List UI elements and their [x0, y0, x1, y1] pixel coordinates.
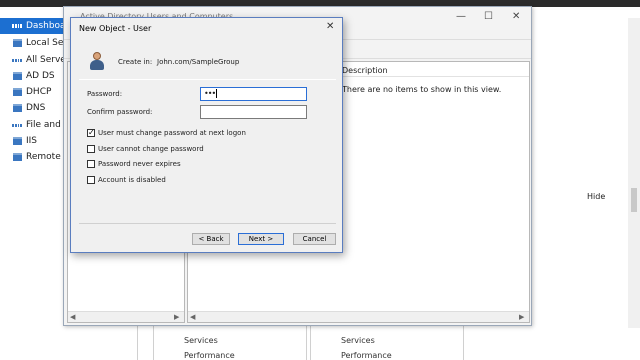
new-object-user-dialog: New Object - User ✕ Create in: John.com/…	[70, 17, 343, 253]
sidebar-item-label: IIS	[26, 136, 38, 146]
dashboard-tiles: Services Performance Services Performanc…	[153, 326, 623, 360]
checkbox-unchecked[interactable]	[87, 176, 95, 184]
sidebar-item-label: DNS	[26, 103, 46, 113]
cancel-button[interactable]: Cancel	[293, 233, 336, 245]
sidebar-item-label: DHCP	[26, 87, 52, 97]
scroll-left-icon[interactable]: ◀	[190, 313, 195, 321]
confirm-password-field[interactable]	[200, 105, 307, 119]
divider	[79, 223, 336, 224]
scroll-left-icon[interactable]: ◀	[70, 313, 75, 321]
vertical-scrollbar[interactable]	[628, 18, 640, 328]
column-header-description[interactable]: Description	[342, 66, 388, 75]
checkbox-label: User must change password at next logon	[98, 129, 246, 137]
sidebar-item-label: AD DS	[26, 71, 55, 81]
sidebar-item-file-and-storage[interactable]: File and Storage Services	[0, 117, 66, 133]
confirm-password-label: Confirm password:	[87, 108, 153, 116]
server-icon	[12, 38, 22, 48]
sidebar-item-all-servers[interactable]: All Servers	[0, 52, 66, 68]
server-manager-sidebar: Dashboard Local Server All Servers AD DS…	[0, 18, 66, 168]
must-change-password-checkbox[interactable]: User must change password at next logon	[87, 127, 246, 139]
checkbox-unchecked[interactable]	[87, 145, 95, 153]
password-label: Password:	[87, 90, 123, 98]
sidebar-item-remote-access[interactable]: Remote Access	[0, 149, 66, 165]
scrollbar-thumb[interactable]	[631, 188, 637, 212]
sidebar-item-dns[interactable]: DNS	[0, 100, 66, 116]
checkbox-label: Password never expires	[98, 160, 181, 168]
close-icon[interactable]: ✕	[512, 11, 520, 22]
tile-performance-link[interactable]: Performance	[341, 351, 392, 360]
password-field[interactable]: •••	[200, 87, 307, 101]
sidebar-item-iis[interactable]: IIS	[0, 133, 66, 149]
checkbox-unchecked[interactable]	[87, 160, 95, 168]
checkbox-label: User cannot change password	[98, 145, 204, 153]
create-in-value: John.com/SampleGroup	[157, 58, 240, 66]
horizontal-scrollbar[interactable]: ◀ ▶	[188, 311, 529, 322]
minimize-icon[interactable]: —	[456, 11, 466, 22]
sidebar-item-label: File and Storage Services	[26, 120, 66, 130]
user-icon	[89, 52, 105, 72]
server-icon	[12, 136, 22, 146]
create-in-label: Create in:	[118, 58, 153, 66]
text-caret	[216, 89, 218, 98]
password-mask: •••	[204, 89, 216, 98]
tile-performance-link[interactable]: Performance	[184, 351, 235, 360]
next-button[interactable]: Next >	[238, 233, 284, 245]
sidebar-item-ad-ds[interactable]: AD DS	[0, 68, 66, 84]
empty-list-message: There are no items to show in this view.	[342, 85, 502, 94]
storage-icon	[12, 120, 22, 130]
horizontal-scrollbar[interactable]: ◀ ▶	[68, 311, 184, 322]
close-icon[interactable]: ✕	[326, 21, 334, 32]
tile-services-link[interactable]: Services	[341, 336, 375, 345]
sidebar-item-label: Local Server	[26, 38, 66, 48]
tile: Services Performance	[153, 326, 307, 360]
cannot-change-password-checkbox[interactable]: User cannot change password	[87, 145, 204, 153]
divider	[79, 79, 336, 80]
servers-icon	[12, 55, 22, 65]
hide-link[interactable]: Hide	[587, 192, 605, 201]
sidebar-item-dhcp[interactable]: DHCP	[0, 84, 66, 100]
sidebar-item-dashboard[interactable]: Dashboard	[0, 18, 66, 34]
sidebar-item-label: All Servers	[26, 55, 66, 65]
checkbox-checked[interactable]	[87, 127, 95, 139]
dashboard-icon	[12, 21, 22, 31]
server-icon	[12, 71, 22, 81]
server-icon	[12, 103, 22, 113]
scroll-right-icon[interactable]: ▶	[174, 313, 179, 321]
password-never-expires-checkbox[interactable]: Password never expires	[87, 160, 181, 168]
maximize-icon[interactable]: ☐	[484, 11, 493, 22]
account-disabled-checkbox[interactable]: Account is disabled	[87, 176, 166, 184]
divider	[137, 326, 138, 360]
server-icon	[12, 152, 22, 162]
back-button[interactable]: < Back	[192, 233, 230, 245]
sidebar-item-local-server[interactable]: Local Server	[0, 35, 66, 51]
dialog-title: New Object - User	[79, 24, 152, 33]
sidebar-item-label: Remote Access	[26, 152, 66, 162]
scroll-right-icon[interactable]: ▶	[519, 313, 524, 321]
tile: Services Performance	[310, 326, 464, 360]
sidebar-item-label: Dashboard	[26, 21, 66, 31]
checkbox-label: Account is disabled	[98, 176, 166, 184]
server-icon	[12, 87, 22, 97]
tile-services-link[interactable]: Services	[184, 336, 218, 345]
